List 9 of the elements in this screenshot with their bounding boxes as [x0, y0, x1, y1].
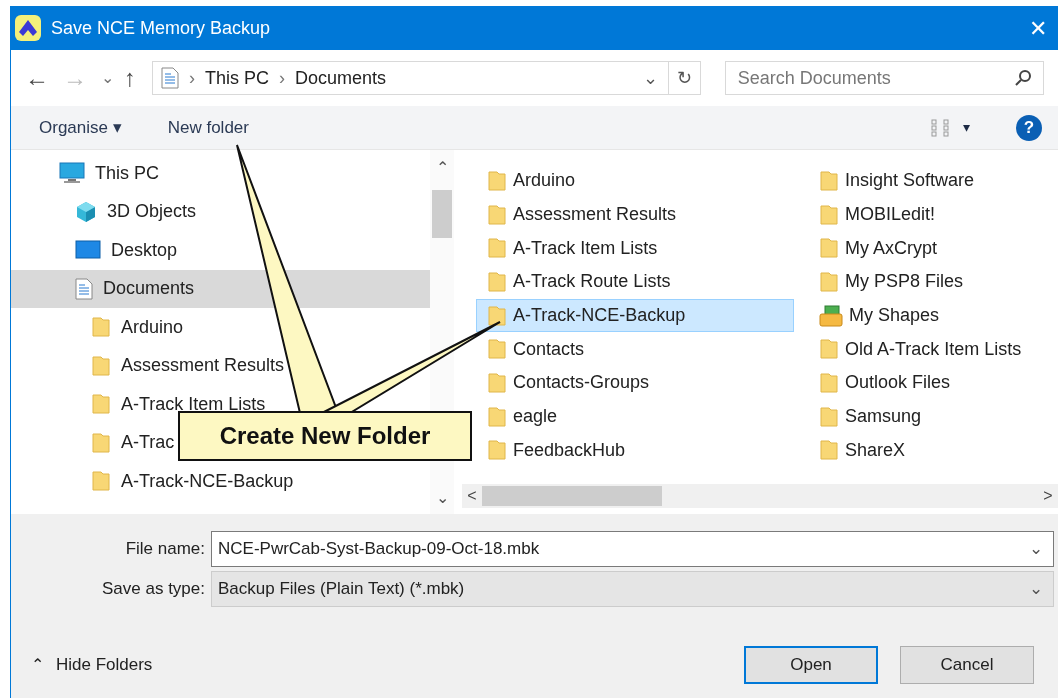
breadcrumb-separator: ›: [189, 66, 195, 90]
dropdown-caret-icon: ⌄: [1029, 576, 1043, 602]
field-label: Save as type:: [101, 578, 206, 601]
dropdown-caret-icon: ⌄: [1029, 536, 1043, 562]
field-label: File name:: [124, 538, 206, 561]
breadcrumb-separator: ›: [279, 66, 285, 90]
window-title: Save NCE Memory Backup: [51, 16, 271, 40]
dropdown-caret-icon: ⌄: [642, 64, 658, 92]
callout-tooltip: Create New Folder: [178, 411, 472, 461]
